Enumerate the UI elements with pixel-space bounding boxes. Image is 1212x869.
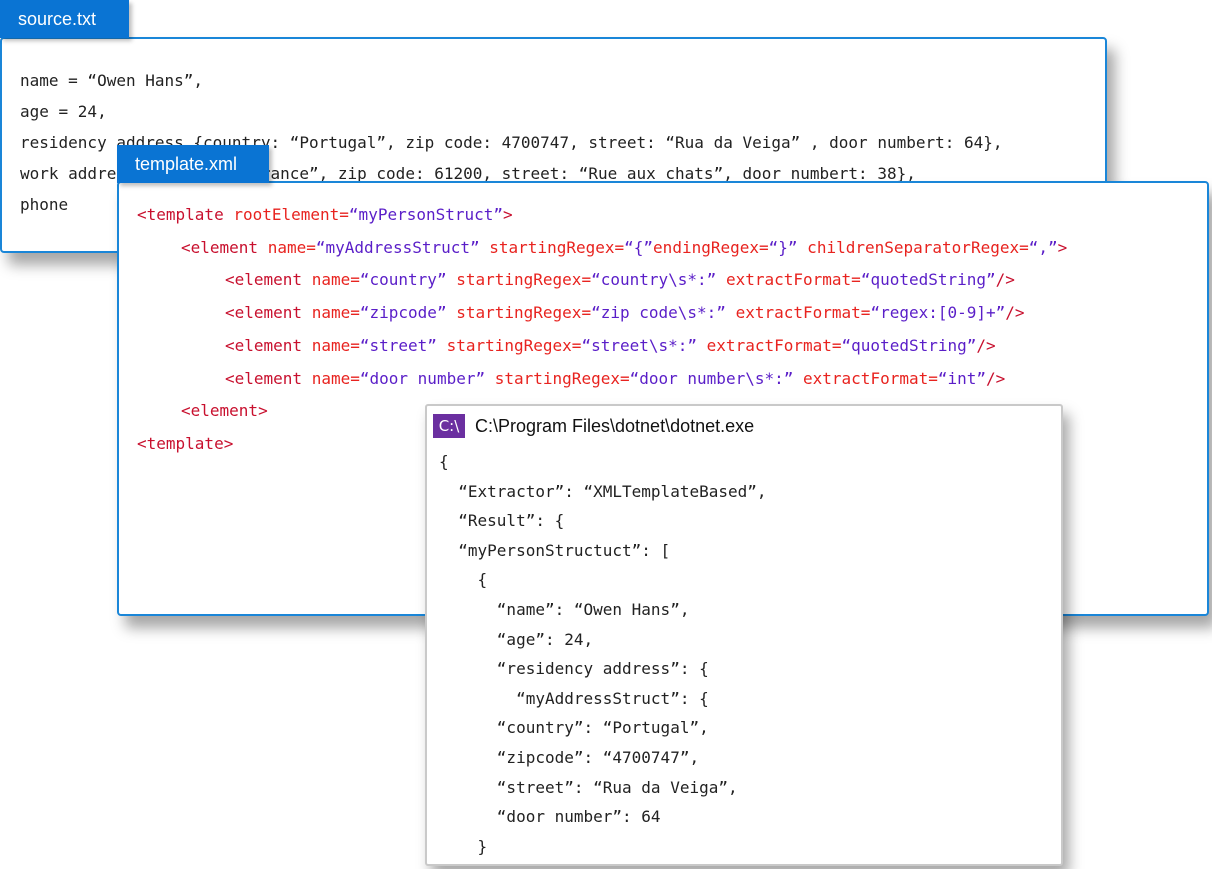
template-line: <element name=“myAddressStruct” starting… bbox=[181, 238, 1067, 257]
template-token: “int” bbox=[937, 368, 987, 388]
terminal-line: “myAddressStruct”: { bbox=[439, 688, 709, 708]
template-token: “street\s*:” bbox=[581, 335, 698, 355]
terminal-output: { “Extractor”: “XMLTemplateBased”, “Resu… bbox=[439, 452, 1049, 862]
terminal-line: “age”: 24, bbox=[439, 629, 594, 649]
template-token: extractFormat= bbox=[793, 368, 938, 388]
terminal-line: “door number”: 64 bbox=[439, 807, 661, 827]
template-token: startingRegex= bbox=[485, 368, 630, 388]
template-line: <element name=“country” startingRegex=“c… bbox=[225, 270, 1015, 289]
template-token: <element bbox=[181, 237, 268, 257]
tab-source-txt[interactable]: source.txt bbox=[0, 0, 129, 38]
terminal-line: “Extractor”: “XMLTemplateBased”, bbox=[439, 481, 767, 501]
template-token: /> bbox=[995, 270, 1015, 290]
terminal-line: { bbox=[439, 452, 449, 471]
template-token: “zip code\s*:” bbox=[591, 303, 726, 323]
terminal-line: “street”: “Rua da Veiga”, bbox=[439, 777, 738, 797]
terminal-line: “residency address”: { bbox=[439, 659, 709, 679]
template-token: <element bbox=[225, 335, 312, 355]
template-token: “,” bbox=[1028, 237, 1058, 257]
template-token: startingRegex= bbox=[446, 270, 592, 290]
template-line: <element> bbox=[181, 401, 268, 420]
template-token: <element bbox=[225, 270, 312, 290]
terminal-line: “Result”: { bbox=[439, 511, 565, 531]
template-token: startingRegex= bbox=[446, 303, 592, 323]
template-token: “quotedString” bbox=[841, 335, 977, 355]
terminal-titlebar: C:\ C:\Program Files\dotnet\dotnet.exe bbox=[433, 413, 754, 439]
template-token: extractFormat= bbox=[716, 270, 861, 290]
template-token: name= bbox=[311, 303, 360, 323]
template-token: “myPersonStruct” bbox=[348, 205, 504, 224]
template-token: “myAddressStruct” bbox=[315, 237, 480, 257]
template-token: <element bbox=[225, 303, 312, 323]
template-token: name= bbox=[311, 335, 360, 355]
template-token: name= bbox=[267, 237, 316, 257]
template-token: “street” bbox=[359, 335, 437, 355]
template-token: <element bbox=[225, 368, 312, 388]
terminal-line: } bbox=[439, 836, 488, 856]
template-token: > bbox=[1057, 237, 1068, 257]
terminal-line: “name”: “Owen Hans”, bbox=[439, 600, 690, 619]
tab-template-xml[interactable]: template.xml bbox=[117, 145, 269, 183]
source-line: phone bbox=[20, 195, 69, 214]
template-line: <element name=“zipcode” startingRegex=“z… bbox=[225, 303, 1025, 322]
template-token: childrenSeparatorRegex= bbox=[797, 237, 1029, 257]
console-icon: C:\ bbox=[433, 414, 465, 438]
template-token: startingRegex= bbox=[436, 335, 582, 355]
terminal-line: “myPersonStructuct”: [ bbox=[439, 540, 671, 560]
template-line: <element name=“door number” startingRege… bbox=[225, 369, 1005, 388]
template-line: <template> bbox=[137, 434, 233, 453]
template-token: /> bbox=[986, 368, 1006, 388]
template-token: “country\s*:” bbox=[591, 270, 717, 290]
template-token: name= bbox=[311, 270, 360, 290]
terminal-line: “country”: “Portugal”, bbox=[439, 718, 709, 738]
template-token: “zipcode” bbox=[359, 303, 447, 323]
template-token: <template bbox=[137, 205, 234, 224]
template-token: “regex:[0-9]+” bbox=[870, 303, 1006, 323]
template-token: startingRegex= bbox=[479, 237, 625, 257]
source-line: name = “Owen Hans”, bbox=[20, 71, 204, 90]
terminal-window: C:\ C:\Program Files\dotnet\dotnet.exe {… bbox=[425, 404, 1063, 866]
template-token: extractFormat= bbox=[697, 335, 842, 355]
template-token: name= bbox=[311, 368, 360, 388]
terminal-title: C:\Program Files\dotnet\dotnet.exe bbox=[475, 415, 755, 436]
template-token: <template> bbox=[137, 433, 234, 453]
template-token: “door number” bbox=[359, 368, 486, 388]
template-token: “{” bbox=[624, 237, 654, 257]
template-token: /> bbox=[976, 335, 996, 355]
template-token: > bbox=[503, 205, 513, 224]
template-token: extractFormat= bbox=[725, 303, 871, 323]
terminal-line: { bbox=[439, 570, 488, 590]
template-line: <template rootElement=“myPersonStruct”> bbox=[137, 205, 513, 224]
template-token: /> bbox=[1005, 303, 1025, 323]
template-line: <element name=“street” startingRegex=“st… bbox=[225, 336, 996, 355]
template-token: “}” bbox=[768, 237, 798, 257]
template-token: endingRegex= bbox=[653, 237, 769, 257]
template-token: “door number\s*:” bbox=[629, 368, 794, 388]
terminal-line: “zipcode”: “4700747”, bbox=[439, 748, 700, 767]
template-token: “country” bbox=[359, 270, 447, 290]
template-token: “quotedString” bbox=[860, 270, 996, 290]
source-line: age = 24, bbox=[20, 102, 107, 121]
template-token: rootElement= bbox=[233, 205, 349, 224]
template-token: <element> bbox=[181, 401, 268, 421]
